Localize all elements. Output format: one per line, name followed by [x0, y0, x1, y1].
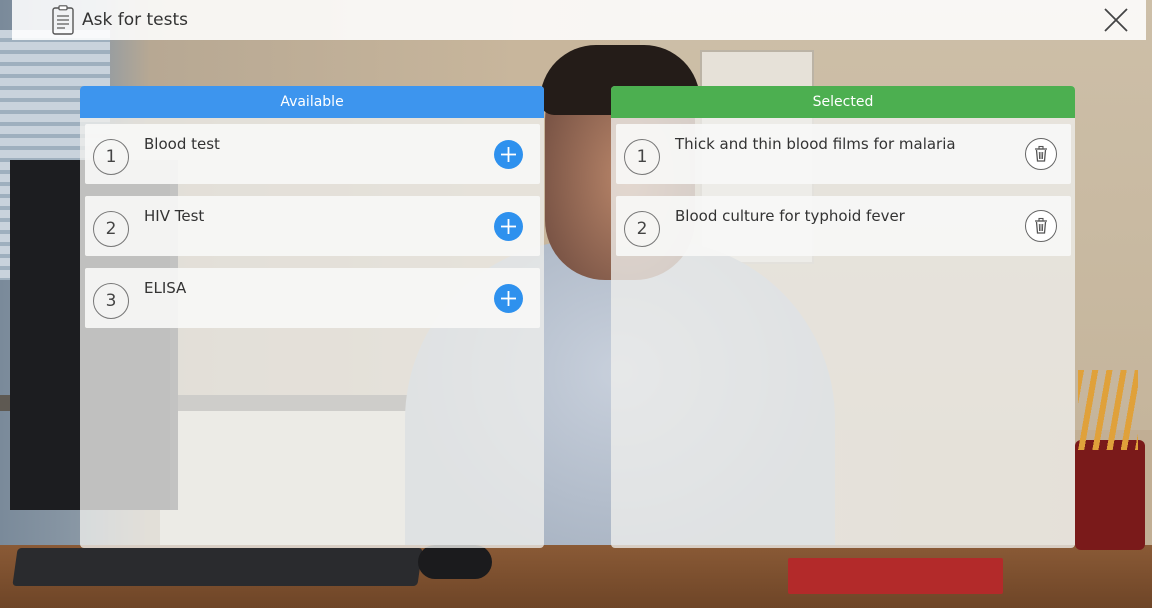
item-label: Thick and thin blood films for malaria — [675, 135, 956, 153]
item-number: 3 — [93, 283, 129, 319]
close-icon[interactable] — [1102, 6, 1130, 34]
item-label: Blood test — [144, 135, 220, 153]
available-item-blood-test: 1 Blood test — [85, 124, 540, 184]
item-label: Blood culture for typhoid fever — [675, 207, 905, 225]
selected-item-blood-culture: 2 Blood culture for typhoid fever — [616, 196, 1071, 256]
trash-icon — [1035, 217, 1047, 234]
plus-icon — [501, 219, 516, 234]
trash-icon — [1035, 145, 1047, 162]
selected-item-malaria-films: 1 Thick and thin blood films for malaria — [616, 124, 1071, 184]
item-number: 2 — [93, 211, 129, 247]
selected-header: Selected — [611, 86, 1075, 118]
selected-panel: Selected 1 Thick and thin blood films fo… — [611, 86, 1075, 548]
item-label: HIV Test — [144, 207, 205, 225]
page-title: Ask for tests — [82, 10, 189, 30]
available-item-elisa: 3 ELISA — [85, 268, 540, 328]
red-book — [788, 558, 1003, 594]
keyboard — [12, 548, 423, 586]
plus-icon — [501, 291, 516, 306]
top-bar: Ask for tests — [12, 0, 1146, 40]
available-header: Available — [80, 86, 544, 118]
available-item-hiv-test: 2 HIV Test — [85, 196, 540, 256]
pen-cup — [1075, 440, 1145, 550]
remove-blood-culture-button[interactable] — [1025, 210, 1057, 242]
remove-malaria-films-button[interactable] — [1025, 138, 1057, 170]
add-hiv-test-button[interactable] — [494, 212, 523, 241]
item-number: 1 — [624, 139, 660, 175]
available-panel: Available 1 Blood test 2 HIV Test 3 ELIS… — [80, 86, 544, 548]
plus-icon — [501, 147, 516, 162]
add-blood-test-button[interactable] — [494, 140, 523, 169]
computer-mouse — [418, 545, 492, 579]
item-number: 2 — [624, 211, 660, 247]
add-elisa-button[interactable] — [494, 284, 523, 313]
pencils — [1078, 370, 1138, 450]
item-label: ELISA — [144, 279, 187, 297]
item-number: 1 — [93, 139, 129, 175]
clipboard-icon — [52, 5, 74, 35]
